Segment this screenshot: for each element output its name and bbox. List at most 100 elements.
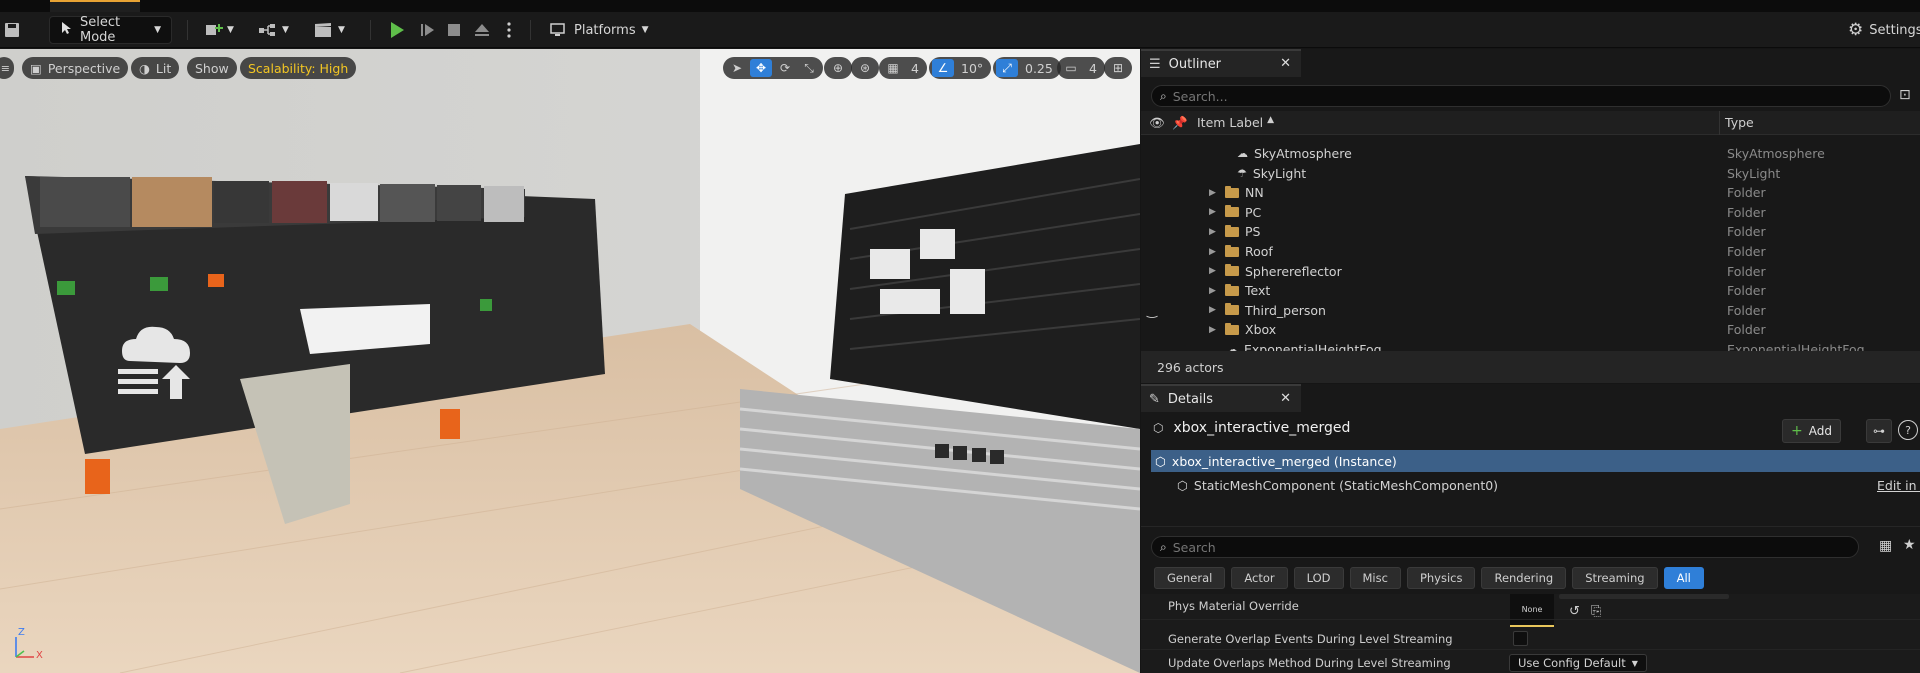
skip-forward-icon[interactable] — [419, 16, 437, 44]
expand-arrow-icon[interactable]: ▶ — [1209, 247, 1219, 257]
add-content-button[interactable]: ▼ — [205, 16, 234, 44]
expand-arrow-icon[interactable]: ▶ — [1209, 266, 1219, 276]
outliner-row-name: ▶ Xbox — [1209, 322, 1276, 337]
hidden-eye-icon[interactable]: ‿ — [1147, 303, 1157, 318]
angle-icon[interactable]: ∠ — [932, 59, 954, 77]
instance-row[interactable]: ⬡ xbox_interactive_merged (Instance) — [1151, 450, 1920, 472]
outliner-row-name: ▶ Text — [1209, 283, 1270, 298]
outliner-row-type: Folder — [1727, 302, 1766, 318]
blueprint-icon[interactable]: ⊶ — [1866, 419, 1892, 443]
expand-arrow-icon[interactable]: ▶ — [1209, 227, 1219, 237]
blueprint-button[interactable]: ▼ — [258, 16, 289, 44]
globe-icon[interactable]: ⊕ — [827, 59, 849, 77]
perspective-button[interactable]: ▣ Perspective — [22, 57, 129, 79]
expand-arrow-icon[interactable]: ▶ — [1209, 207, 1219, 217]
settings-button[interactable]: ⚙ Settings — [1848, 16, 1920, 44]
add-folder-icon[interactable]: ⊡ — [1899, 87, 1911, 103]
reset-arrow-icon[interactable]: ↺ — [1569, 604, 1580, 619]
chevron-down-icon: ▼ — [1631, 658, 1638, 668]
pin-icon[interactable]: 📌 — [1172, 115, 1188, 131]
filter-physics-button[interactable]: Physics — [1406, 567, 1476, 589]
outliner-row[interactable]: ▶ NN Folder — [1141, 183, 1920, 202]
play-button[interactable] — [389, 16, 405, 44]
property-list: Phys Material Override None ↺ ⎘ Generate… — [1141, 594, 1920, 673]
expand-arrow-icon[interactable]: ▶ — [1209, 305, 1219, 315]
outliner-row[interactable]: ▶ Spherereflector Folder — [1141, 262, 1920, 281]
scale-icon[interactable]: ⤡ — [798, 59, 820, 77]
details-search-input[interactable] — [1172, 539, 1801, 555]
close-icon[interactable]: ✕ — [1280, 56, 1291, 71]
phys-material-thumbnail[interactable]: None — [1510, 594, 1554, 627]
add-component-button[interactable]: + Add — [1782, 419, 1841, 443]
filter-all-button[interactable]: All — [1663, 567, 1704, 589]
details-pencil-icon: ✎ — [1149, 391, 1160, 407]
outliner-row-name: ☁ SkyAtmosphere — [1237, 146, 1352, 161]
details-tab[interactable]: ✎ Details ✕ — [1141, 384, 1301, 412]
save-icon[interactable] — [4, 16, 20, 44]
level-viewport[interactable]: ≡ ▣ Perspective ◑ Lit Show Scalability: … — [0, 49, 1140, 673]
table-view-icon[interactable]: ▦ — [1879, 538, 1892, 554]
expand-arrow-icon[interactable]: ▶ — [1209, 286, 1219, 296]
scalability-button[interactable]: Scalability: High — [240, 57, 357, 79]
platforms-button[interactable]: Platforms ▼ — [550, 16, 649, 44]
favorite-star-icon[interactable]: ★ — [1903, 537, 1916, 553]
help-icon[interactable]: ? — [1898, 420, 1918, 440]
layout-grid-icon[interactable]: ⊞ — [1107, 59, 1129, 77]
grid-snap-value[interactable]: 4 — [906, 61, 924, 76]
filter-actor-button[interactable]: Actor — [1231, 567, 1288, 589]
expand-arrow-icon[interactable]: ▶ — [1209, 188, 1219, 198]
outliner-row[interactable]: ▶ Roof Folder — [1141, 242, 1920, 261]
select-arrow-icon[interactable]: ➤ — [726, 59, 748, 77]
cinematics-button[interactable]: ▼ — [314, 16, 345, 44]
visibility-eye-icon[interactable]: 👁 — [1149, 115, 1165, 131]
rotation-snap-value[interactable]: 10° — [956, 61, 988, 76]
item-label-header[interactable]: Item Label ▲ — [1197, 115, 1274, 130]
overlap-events-checkbox[interactable] — [1513, 631, 1528, 646]
rotate-icon[interactable]: ⟳ — [774, 59, 796, 77]
expand-arrow-icon[interactable]: ▶ — [1209, 325, 1219, 335]
stop-icon[interactable] — [447, 16, 461, 44]
lit-sphere-icon: ◑ — [139, 60, 150, 76]
chevron-down-icon: ▼ — [641, 25, 649, 35]
select-mode-button[interactable]: Select Mode ▼ — [49, 15, 172, 45]
camera-speed-value[interactable]: 4 — [1084, 61, 1102, 76]
outliner-search[interactable]: ⌕ — [1151, 85, 1891, 107]
outliner-row[interactable]: ▶ Text Folder — [1141, 281, 1920, 300]
move-icon[interactable]: ✥ — [750, 59, 772, 77]
surface-snap-icon[interactable]: ⊛ — [854, 59, 876, 77]
outliner-row[interactable]: ▶ PS Folder — [1141, 222, 1920, 241]
outliner-row[interactable]: ▶ PC Folder — [1141, 203, 1920, 222]
browse-asset-icon[interactable]: ⎘ — [1591, 604, 1601, 619]
level-tab[interactable] — [50, 0, 140, 12]
details-search[interactable]: ⌕ — [1151, 536, 1859, 558]
grid-icon[interactable]: ▦ — [882, 59, 904, 77]
camera-icon[interactable]: ▭ — [1060, 59, 1082, 77]
filter-misc-button[interactable]: Misc — [1349, 567, 1401, 589]
close-icon[interactable]: ✕ — [1280, 391, 1291, 406]
view-mode-button[interactable]: ◑ Lit — [131, 57, 180, 79]
outliner-panel: ☰ Outliner ✕ ⌕ ⊡ 👁 📌 Item Label ▲ Type ☁… — [1141, 49, 1920, 383]
type-header[interactable]: Type — [1725, 115, 1754, 130]
outliner-row[interactable]: ▶ Third_person Folder ‿ — [1141, 301, 1920, 320]
outliner-tab[interactable]: ☰ Outliner ✕ — [1141, 49, 1301, 77]
actor-icon: ☂ — [1237, 166, 1247, 180]
outliner-row[interactable]: ▶ Xbox Folder — [1141, 320, 1920, 339]
more-options-icon[interactable] — [506, 16, 512, 44]
outliner-search-input[interactable] — [1172, 88, 1830, 104]
outliner-row[interactable]: ☁ SkyAtmosphere SkyAtmosphere — [1141, 144, 1920, 163]
outliner-row[interactable]: ☂ SkyLight SkyLight — [1141, 164, 1920, 183]
column-divider[interactable] — [1719, 111, 1720, 135]
update-overlaps-dropdown[interactable]: Use Config Default ▼ — [1509, 654, 1647, 672]
eject-icon[interactable] — [473, 16, 491, 44]
filter-rendering-button[interactable]: Rendering — [1481, 567, 1567, 589]
component-row[interactable]: ⬡ StaticMeshComponent (StaticMeshCompone… — [1177, 474, 1920, 496]
filter-general-button[interactable]: General — [1154, 567, 1226, 589]
phys-material-picker[interactable] — [1559, 594, 1729, 599]
edit-in-cpp-link[interactable]: Edit in C — [1877, 478, 1920, 493]
scale-snap-value[interactable]: 0.25 — [1020, 61, 1058, 76]
filter-lod-button[interactable]: LOD — [1293, 567, 1344, 589]
show-button[interactable]: Show — [187, 57, 237, 79]
folder-icon — [1225, 185, 1239, 198]
scale-snap-icon[interactable]: ⤢ — [996, 59, 1018, 77]
filter-streaming-button[interactable]: Streaming — [1572, 567, 1658, 589]
